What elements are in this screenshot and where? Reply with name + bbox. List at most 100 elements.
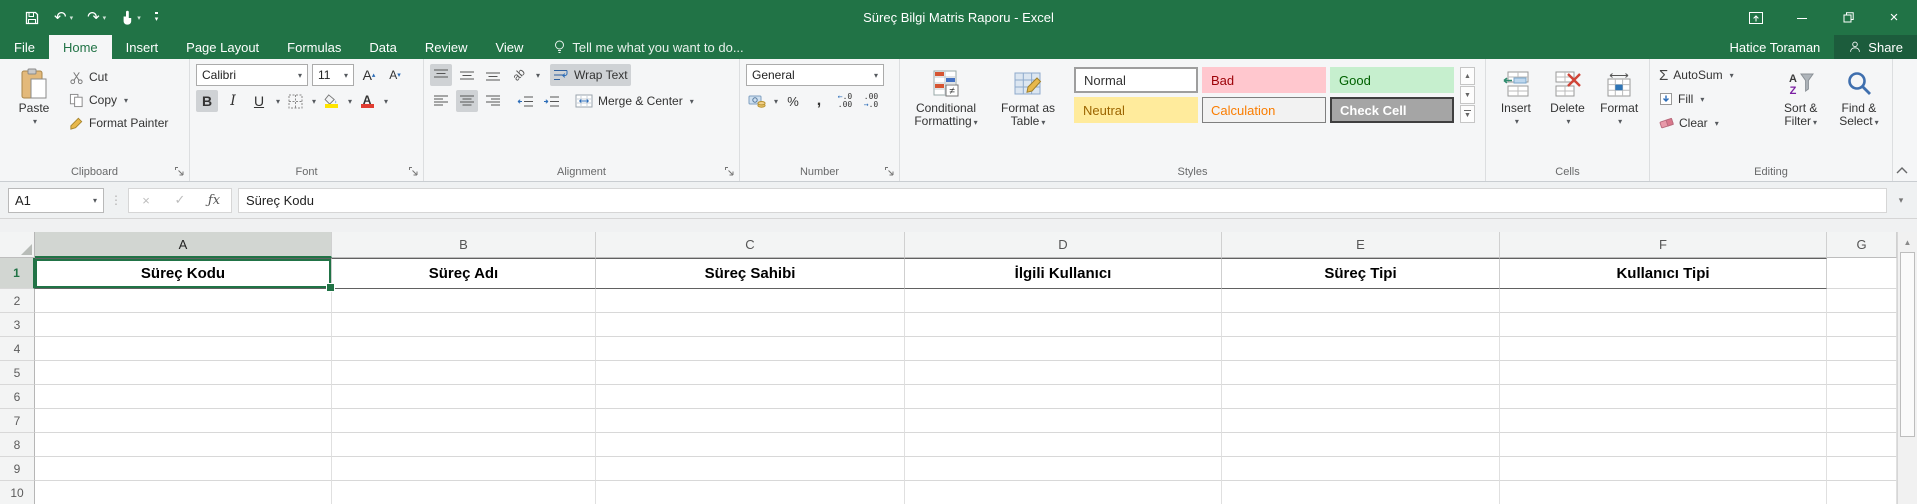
cell-B3[interactable]: [332, 313, 596, 337]
touch-mode-dropdown[interactable]: ▾: [137, 14, 141, 22]
cell-F10[interactable]: [1500, 481, 1827, 504]
cell-G2[interactable]: [1827, 289, 1897, 313]
scroll-up-button[interactable]: ▲: [1898, 232, 1917, 252]
cell-C2[interactable]: [596, 289, 905, 313]
cell-G7[interactable]: [1827, 409, 1897, 433]
cell-C4[interactable]: [596, 337, 905, 361]
tab-view[interactable]: View: [481, 35, 537, 59]
delete-cells-dropdown[interactable]: ▾: [1567, 115, 1571, 128]
enter-button[interactable]: ✓: [163, 192, 197, 208]
cell-A2[interactable]: [35, 289, 332, 313]
cell-D9[interactable]: [905, 457, 1222, 481]
cell-B8[interactable]: [332, 433, 596, 457]
cell-B5[interactable]: [332, 361, 596, 385]
bold-button[interactable]: B: [196, 90, 218, 112]
ribbon-display-options-button[interactable]: [1733, 0, 1779, 35]
row-header-6[interactable]: 6: [0, 385, 35, 409]
column-header-A[interactable]: A: [35, 232, 332, 258]
tab-formulas[interactable]: Formulas: [273, 35, 355, 59]
cell-F8[interactable]: [1500, 433, 1827, 457]
cell-B7[interactable]: [332, 409, 596, 433]
font-color-button[interactable]: A: [356, 90, 378, 112]
column-header-B[interactable]: B: [332, 232, 596, 258]
cell-B10[interactable]: [332, 481, 596, 504]
cell-G8[interactable]: [1827, 433, 1897, 457]
undo-button[interactable]: ↶▾: [54, 10, 73, 25]
style-normal[interactable]: Normal: [1074, 67, 1198, 93]
center-button[interactable]: [456, 90, 478, 112]
top-align-button[interactable]: [430, 64, 452, 86]
find-select-dropdown[interactable]: ▾: [1875, 118, 1879, 127]
format-cells-dropdown[interactable]: ▾: [1618, 115, 1622, 128]
cell-D2[interactable]: [905, 289, 1222, 313]
cell-B4[interactable]: [332, 337, 596, 361]
cell-E1[interactable]: Süreç Tipi: [1222, 258, 1500, 289]
cell-G5[interactable]: [1827, 361, 1897, 385]
underline-dropdown[interactable]: ▾: [276, 97, 280, 106]
cell-A10[interactable]: [35, 481, 332, 504]
undo-dropdown[interactable]: ▾: [70, 14, 74, 22]
cell-A5[interactable]: [35, 361, 332, 385]
cell-A9[interactable]: [35, 457, 332, 481]
format-as-table-dropdown[interactable]: ▾: [1041, 118, 1045, 127]
insert-cells-dropdown[interactable]: ▾: [1515, 115, 1519, 128]
style-calculation[interactable]: Calculation: [1202, 97, 1326, 123]
cell-C9[interactable]: [596, 457, 905, 481]
cell-D6[interactable]: [905, 385, 1222, 409]
autosum-dropdown[interactable]: ▾: [1730, 71, 1734, 80]
cell-D10[interactable]: [905, 481, 1222, 504]
row-header-10[interactable]: 10: [0, 481, 35, 504]
cell-D7[interactable]: [905, 409, 1222, 433]
cell-B2[interactable]: [332, 289, 596, 313]
cell-B9[interactable]: [332, 457, 596, 481]
cell-F9[interactable]: [1500, 457, 1827, 481]
cell-F4[interactable]: [1500, 337, 1827, 361]
font-dialog-launcher[interactable]: [408, 166, 419, 177]
italic-button[interactable]: I: [222, 90, 244, 112]
formula-input[interactable]: Süreç Kodu: [238, 188, 1887, 213]
font-size-combo[interactable]: 11 ▾: [312, 64, 354, 86]
sort-filter-dropdown[interactable]: ▾: [1813, 118, 1817, 127]
fill-color-dropdown[interactable]: ▾: [348, 97, 352, 106]
redo-button[interactable]: ↷▾: [87, 10, 106, 25]
row-header-4[interactable]: 4: [0, 337, 35, 361]
cell-C10[interactable]: [596, 481, 905, 504]
select-all-button[interactable]: [0, 232, 35, 258]
column-header-D[interactable]: D: [905, 232, 1222, 258]
bottom-align-button[interactable]: [482, 64, 504, 86]
copy-button[interactable]: Copy ▾: [66, 89, 171, 111]
column-header-G[interactable]: G: [1827, 232, 1897, 258]
scrollbar-thumb[interactable]: [1900, 252, 1915, 437]
styles-scroll-up-button[interactable]: ▲: [1460, 67, 1475, 85]
minimize-button[interactable]: [1779, 0, 1825, 35]
cell-F3[interactable]: [1500, 313, 1827, 337]
tab-data[interactable]: Data: [355, 35, 410, 59]
cell-E2[interactable]: [1222, 289, 1500, 313]
orientation-dropdown[interactable]: ▾: [536, 71, 540, 80]
cell-G9[interactable]: [1827, 457, 1897, 481]
increase-indent-button[interactable]: [540, 90, 562, 112]
cell-F5[interactable]: [1500, 361, 1827, 385]
cell-E3[interactable]: [1222, 313, 1500, 337]
cell-C1[interactable]: Süreç Sahibi: [596, 258, 905, 289]
cell-D3[interactable]: [905, 313, 1222, 337]
cell-E10[interactable]: [1222, 481, 1500, 504]
cell-G10[interactable]: [1827, 481, 1897, 504]
collapse-ribbon-button[interactable]: [1895, 164, 1909, 176]
orientation-button[interactable]: ab: [508, 64, 530, 86]
tab-insert[interactable]: Insert: [112, 35, 173, 59]
clipboard-dialog-launcher[interactable]: [174, 166, 185, 177]
touch-mouse-mode-button[interactable]: ▾: [120, 10, 141, 26]
paste-dropdown[interactable]: ▾: [33, 115, 37, 128]
customize-qat-button[interactable]: ▾: [155, 12, 159, 23]
decrease-font-size-button[interactable]: A▾: [384, 64, 406, 86]
user-name[interactable]: Hatice Toraman: [1715, 35, 1834, 59]
insert-function-button[interactable]: ƒx: [197, 193, 231, 208]
row-header-9[interactable]: 9: [0, 457, 35, 481]
borders-button[interactable]: [284, 90, 306, 112]
cell-B6[interactable]: [332, 385, 596, 409]
align-right-button[interactable]: [482, 90, 504, 112]
cell-A3[interactable]: [35, 313, 332, 337]
cancel-button[interactable]: ×: [129, 193, 163, 208]
font-family-dropdown[interactable]: ▾: [298, 71, 302, 80]
